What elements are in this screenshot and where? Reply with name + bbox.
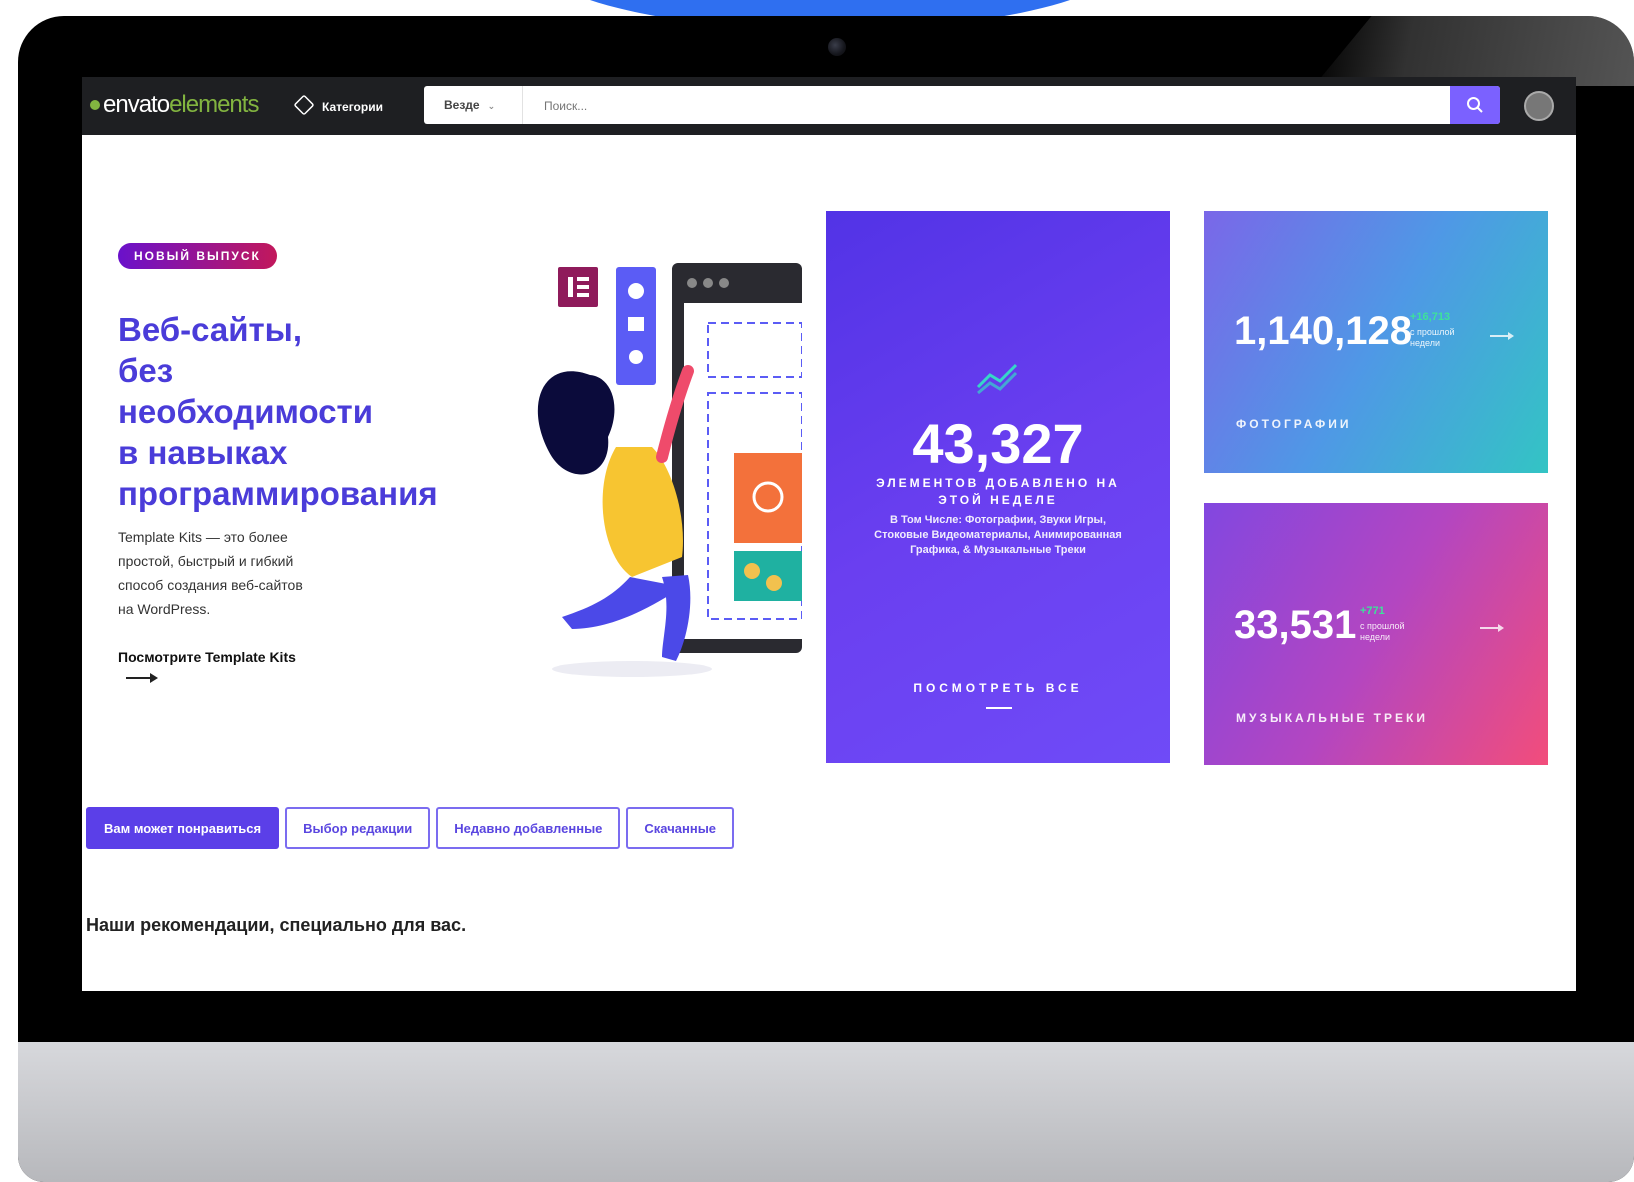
monitor-frame: envatoelements Категории Везде ⌄ Поиск..… [18, 16, 1634, 1182]
search-bar: Везде ⌄ [424, 86, 1500, 124]
music-since-line: недели [1360, 632, 1391, 642]
arrow-right-icon [986, 707, 1012, 709]
photos-since-line: с прошлой [1410, 327, 1455, 337]
search-divider [522, 86, 523, 124]
arrow-right-icon[interactable] [126, 673, 158, 683]
hero-description: Template Kits — это более простой, быстр… [118, 525, 348, 621]
search-icon [1467, 97, 1483, 113]
envato-logo[interactable]: envatoelements [90, 91, 259, 119]
search-input[interactable] [542, 94, 1366, 118]
hero-description-line: простой, быстрый и гибкий [118, 553, 294, 569]
arrow-right-icon [1490, 332, 1514, 340]
hero-description-line: способ создания веб-сайтов [118, 577, 303, 593]
screen-glare [1314, 16, 1634, 86]
template-kits-link[interactable]: Посмотрите Template Kits [118, 649, 296, 665]
photos-category-label: ФОТОГРАФИИ [1236, 417, 1352, 431]
photos-since: с прошлой недели [1410, 327, 1455, 349]
hero-description-line: на WordPress. [118, 601, 211, 617]
stat-card-music[interactable]: 33,531 +771 с прошлой недели МУЗЫКАЛЬНЫЕ… [1204, 503, 1548, 765]
recommendations-heading: Наши рекомендации, специально для вас. [86, 915, 467, 935]
hero-title-line: Веб-сайты, [118, 311, 303, 348]
trend-icon [976, 363, 1018, 395]
weekly-items-count: 43,327 [912, 412, 1084, 475]
hero-title-line: без [118, 352, 174, 389]
arrow-right-icon [1480, 624, 1504, 632]
hero-title: Веб-сайты, без необходимости в навыках п… [118, 309, 558, 514]
logo-text-elements: elements [169, 91, 259, 118]
music-category-label: МУЗЫКАЛЬНЫЕ ТРЕКИ [1236, 711, 1428, 725]
hero-illustration [537, 263, 802, 677]
photos-since-line: недели [1410, 338, 1441, 348]
photos-delta: +16,713 [1410, 311, 1451, 323]
stat-card-weekly[interactable]: 43,327 ЭЛЕМЕНТОВ ДОБАВЛЕНО НА ЭТОЙ НЕДЕЛ… [826, 211, 1170, 763]
user-avatar[interactable] [1524, 91, 1554, 121]
hero-title-line: программирования [118, 475, 438, 512]
music-since-line: с прошлой [1360, 621, 1405, 631]
new-release-badge: НОВЫЙ ВЫПУСК [118, 243, 277, 269]
chevron-down-icon: ⌄ [487, 101, 496, 111]
tab-downloaded[interactable]: Скачанные [626, 807, 735, 849]
photos-count: 1,140,128 [1234, 309, 1412, 353]
search-scope-value: Везде [444, 98, 480, 112]
music-count: 33,531 [1234, 603, 1357, 647]
weekly-items-includes: В Том Числе: Фотографии, Звуки Игры, Сто… [874, 514, 1122, 556]
view-all-link[interactable]: ПОСМОТРЕТЬ ВСЕ [826, 681, 1170, 695]
hero-title-line: необходимости [118, 393, 373, 430]
tab-editors-choice[interactable]: Выбор редакции [285, 807, 431, 849]
weekly-items-label: ЭЛЕМЕНТОВ ДОБАВЛЕНО НА ЭТОЙ НЕДЕЛЕ [876, 476, 1120, 507]
top-nav: envatoelements Категории Везде ⌄ [82, 77, 1576, 135]
search-scope-select[interactable]: Везде ⌄ [444, 98, 495, 112]
categories-icon [293, 94, 315, 116]
browser-screen: envatoelements Категории Везде ⌄ Поиск..… [82, 77, 1576, 991]
music-delta: +771 [1360, 605, 1385, 617]
camera-icon [828, 38, 846, 56]
content-tabs: Вам может понравиться Выбор редакции Нед… [86, 807, 735, 849]
hero-description-line: Template Kits — это более [118, 529, 288, 545]
search-button[interactable] [1450, 86, 1500, 124]
tab-recently-added[interactable]: Недавно добавленные [436, 807, 621, 849]
music-since: с прошлой недели [1360, 621, 1405, 643]
stat-card-photos[interactable]: 1,140,128 +16,713 с прошлой недели ФОТОГ… [1204, 211, 1548, 473]
logo-text-envato: envato [103, 91, 170, 118]
categories-label: Категории [322, 100, 383, 114]
categories-button[interactable]: Категории [293, 94, 383, 116]
leaf-icon [90, 100, 100, 110]
tab-you-may-like[interactable]: Вам может понравиться [86, 807, 280, 849]
monitor-chin [18, 1042, 1634, 1182]
hero-title-line: в навыках [118, 434, 288, 471]
